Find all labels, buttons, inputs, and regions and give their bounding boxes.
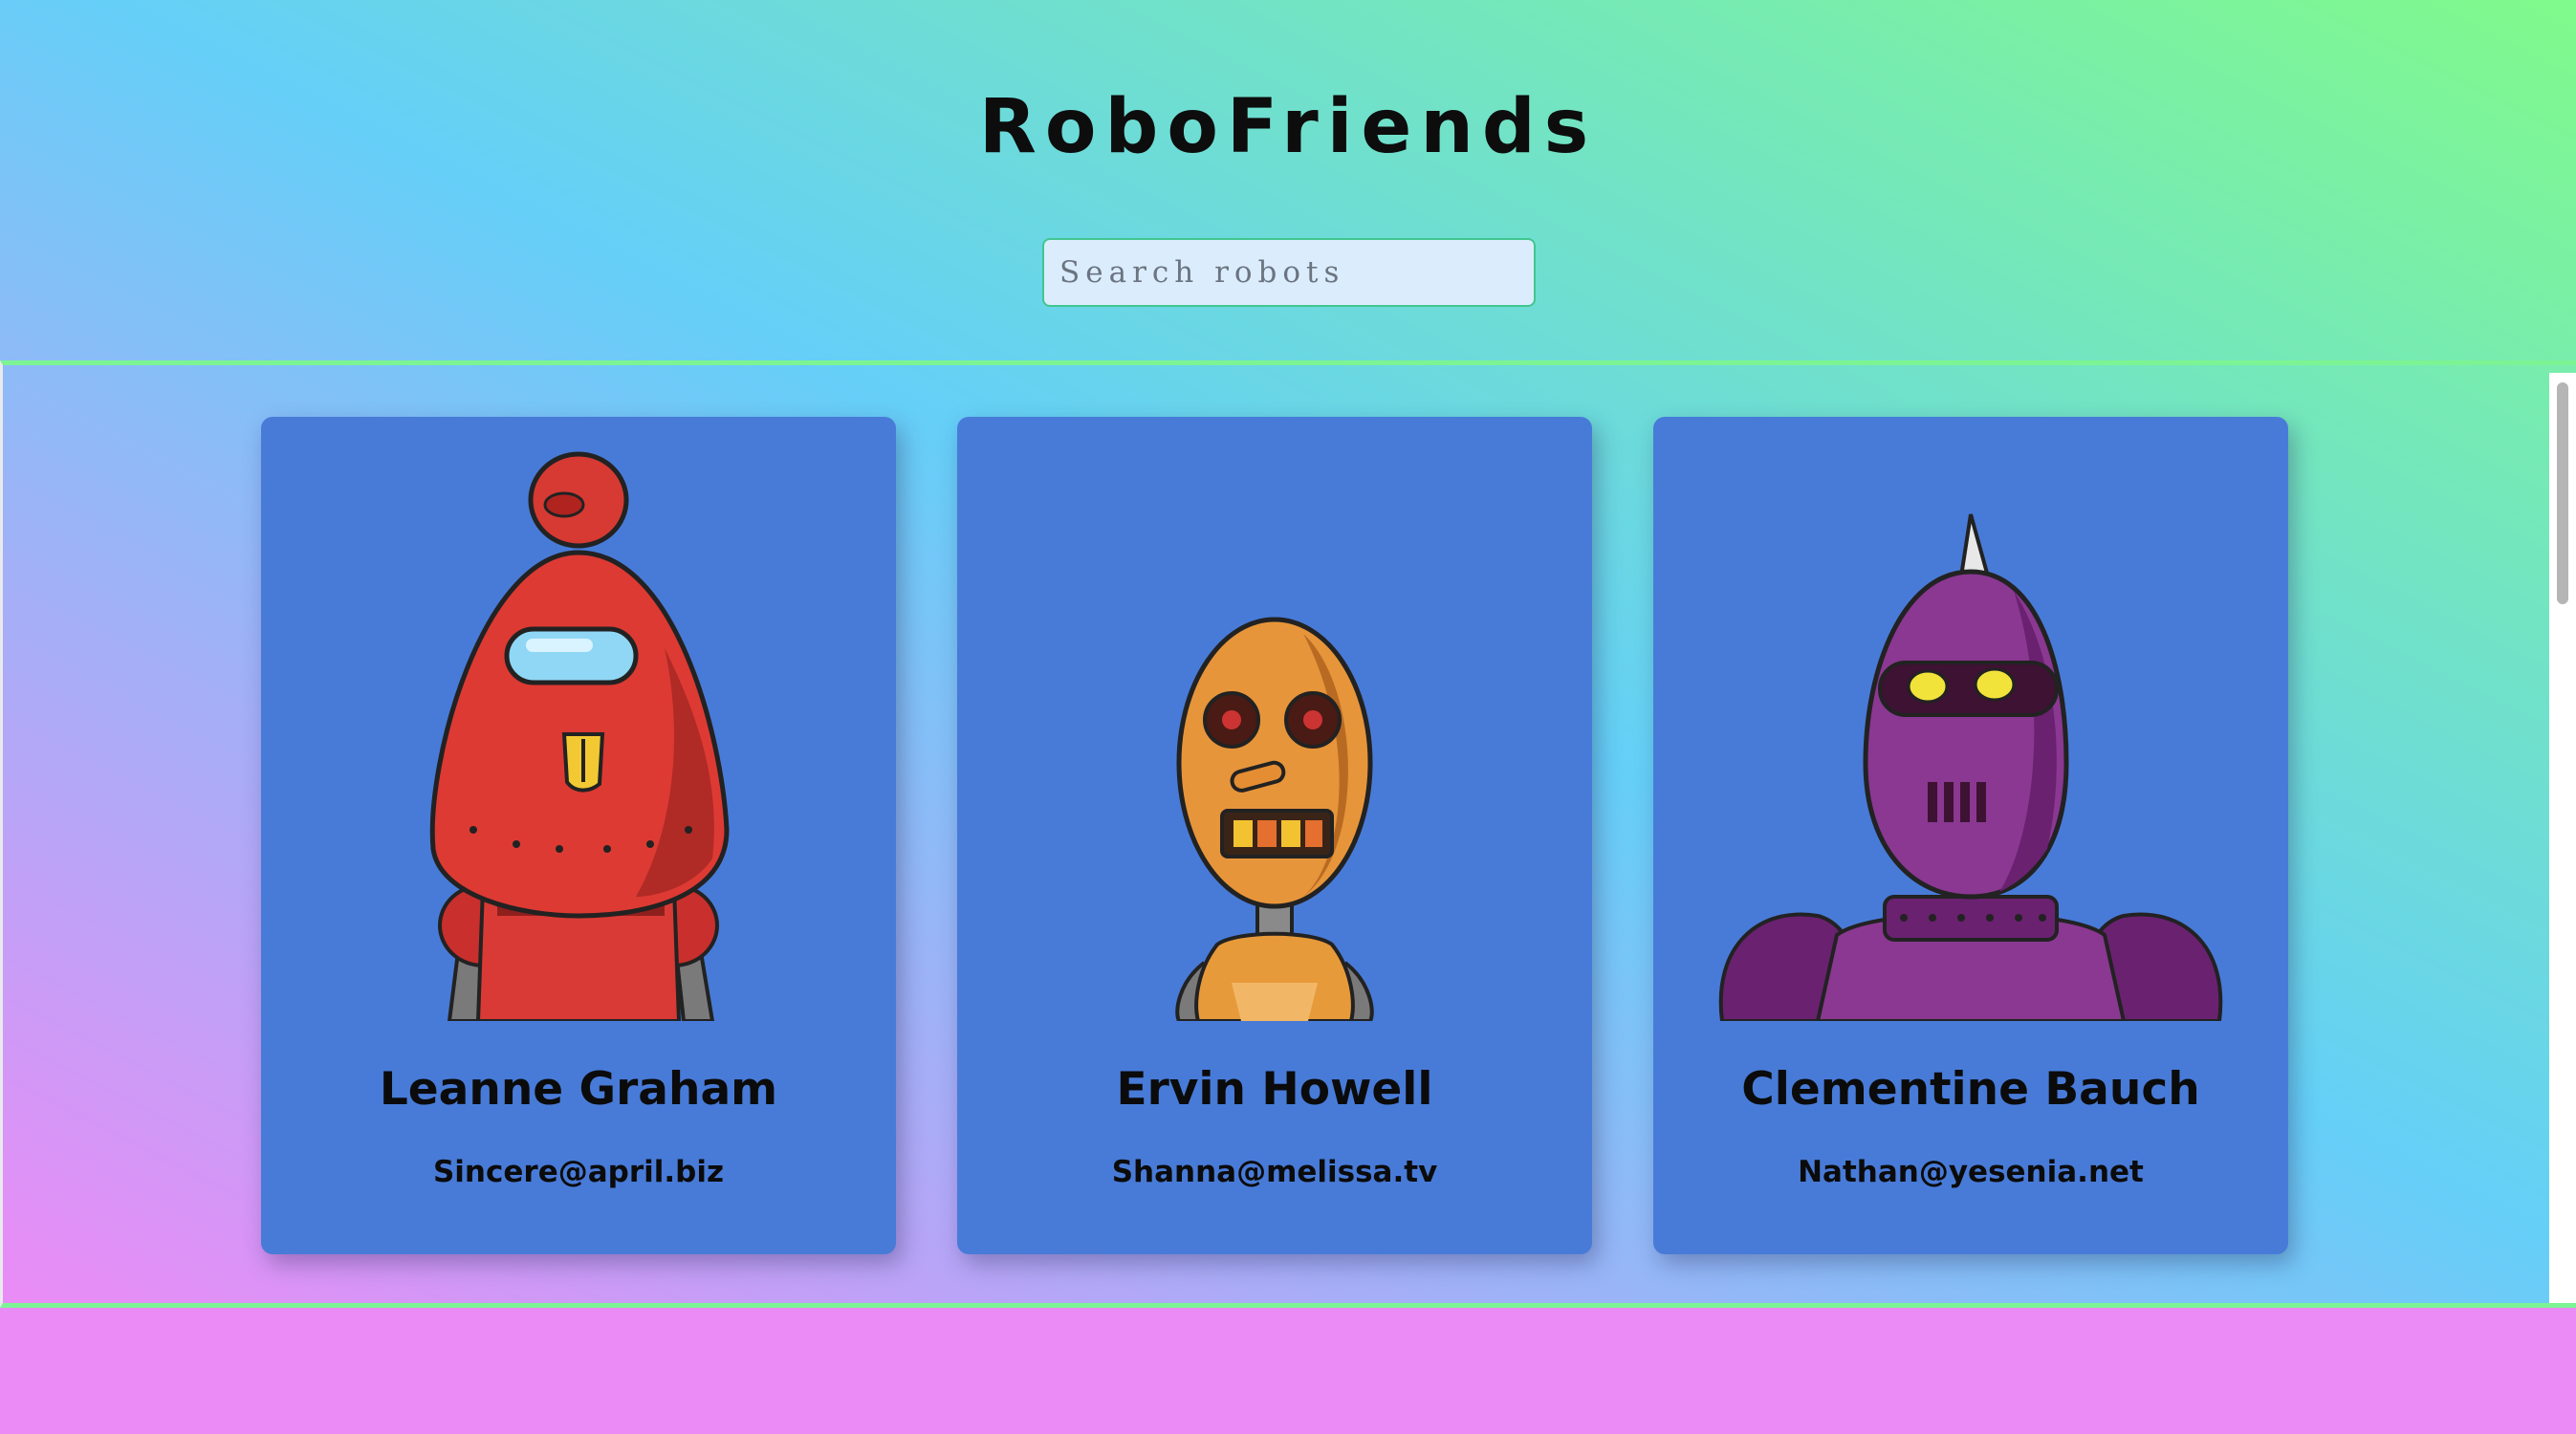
search-input[interactable] <box>1042 238 1536 307</box>
orange-robot-icon <box>1175 617 1374 1021</box>
robot-email: Sincere@april.biz <box>432 1155 725 1189</box>
robot-card[interactable]: Leanne Graham Sincere@april.biz <box>261 417 896 1254</box>
robot-name: Leanne Graham <box>379 1063 778 1116</box>
app-header: RoboFriends <box>0 0 2576 361</box>
robot-list-scroll-container[interactable]: Leanne Graham Sincere@april.biz Ervin Ho… <box>0 360 2576 1308</box>
vertical-scrollbar[interactable] <box>2549 373 2576 1303</box>
purple-robot-icon <box>1718 513 2223 1021</box>
robot-card[interactable]: Clementine Bauch Nathan@yesenia.net <box>1653 417 2288 1254</box>
robot-name: Clementine Bauch <box>1741 1063 2200 1116</box>
red-robot-icon <box>429 451 730 1021</box>
robot-email: Shanna@melissa.tv <box>1111 1155 1438 1189</box>
scrollbar-thumb[interactable] <box>2557 382 2568 604</box>
robot-email: Nathan@yesenia.net <box>1798 1155 2144 1189</box>
robot-card[interactable]: Ervin Howell Shanna@melissa.tv <box>957 417 1592 1254</box>
robot-name: Ervin Howell <box>1116 1063 1433 1116</box>
page-title: RoboFriends <box>978 84 1598 170</box>
